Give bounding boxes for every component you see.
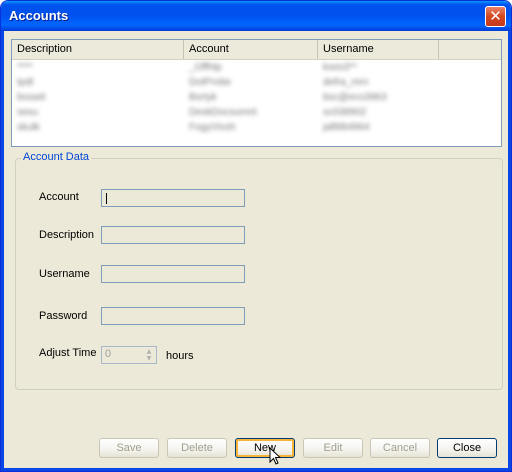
list-header: Description Account Username: [12, 40, 501, 60]
close-button[interactable]: Close: [437, 438, 497, 458]
accounts-list[interactable]: Description Account Username **** _Offht…: [11, 39, 502, 147]
adjust-time-stepper[interactable]: 0 ▲ ▼: [101, 346, 157, 364]
list-item[interactable]: boswit Bsrtyk bsc@ecs3963: [12, 90, 501, 105]
spin-up-icon[interactable]: ▲: [143, 348, 155, 355]
cell-username: sc038902: [323, 107, 367, 118]
title-bar: Accounts ✕: [1, 1, 511, 31]
list-item[interactable]: **** _Offhtp kses3**: [12, 60, 501, 75]
cell-username: jaf88t4964: [323, 122, 370, 133]
window-border-right: [508, 31, 511, 471]
cell-description: tpdl: [17, 77, 34, 88]
column-header-filler: [439, 40, 501, 59]
column-header-username[interactable]: Username: [318, 40, 439, 59]
list-item[interactable]: skulk FogyVivsh jaf88t4964: [12, 120, 501, 135]
account-label: Account: [39, 191, 79, 203]
account-field[interactable]: [101, 189, 245, 207]
list-rows: **** _Offhtp kses3** tpdl DotProbe defra…: [12, 60, 501, 135]
list-item[interactable]: sesu DeskDocsumnt sc038902: [12, 105, 501, 120]
cell-username: kses3**: [323, 62, 357, 73]
new-button[interactable]: New: [235, 438, 295, 458]
password-label: Password: [39, 310, 88, 322]
cell-account: Bsrtyk: [189, 92, 217, 103]
description-label: Description: [39, 229, 95, 241]
cell-description: boswit: [17, 92, 46, 103]
spin-down-icon[interactable]: ▼: [143, 355, 155, 362]
cell-username: defra_mrn: [323, 77, 369, 88]
cancel-button[interactable]: Cancel: [370, 438, 430, 458]
adjust-time-value: 0: [105, 348, 112, 360]
window-title: Accounts: [9, 8, 69, 23]
list-item[interactable]: tpdl DotProbe defra_mrn: [12, 75, 501, 90]
window-border-left: [1, 31, 4, 471]
spin-buttons: ▲ ▼: [143, 348, 155, 362]
hours-label: hours: [166, 350, 194, 362]
mouse-cursor-icon: [269, 447, 282, 465]
group-legend: Account Data: [21, 151, 92, 163]
close-icon[interactable]: ✕: [485, 6, 506, 27]
column-header-description[interactable]: Description: [12, 40, 184, 59]
cell-description: sesu: [17, 107, 39, 118]
username-label: Username: [39, 268, 90, 280]
cell-account: FogyVivsh: [189, 122, 236, 133]
description-field[interactable]: [101, 226, 245, 244]
cell-description: skulk: [17, 122, 40, 133]
cell-description: ****: [17, 62, 33, 73]
cell-account: _Offhtp: [189, 62, 222, 73]
cell-account: DeskDocsumnt: [189, 107, 257, 118]
column-header-account[interactable]: Account: [184, 40, 318, 59]
save-button[interactable]: Save: [99, 438, 159, 458]
adjust-time-label: Adjust Time: [39, 347, 97, 359]
window-border-bottom: [1, 468, 511, 471]
cell-account: DotProbe: [189, 77, 232, 88]
cell-username: bsc@ecs3963: [323, 92, 387, 103]
text-caret: [106, 193, 107, 204]
password-field[interactable]: [101, 307, 245, 325]
edit-button[interactable]: Edit: [303, 438, 363, 458]
username-field[interactable]: [101, 265, 245, 283]
accounts-dialog: Accounts ✕ Description Account Username …: [0, 0, 512, 472]
delete-button[interactable]: Delete: [167, 438, 227, 458]
